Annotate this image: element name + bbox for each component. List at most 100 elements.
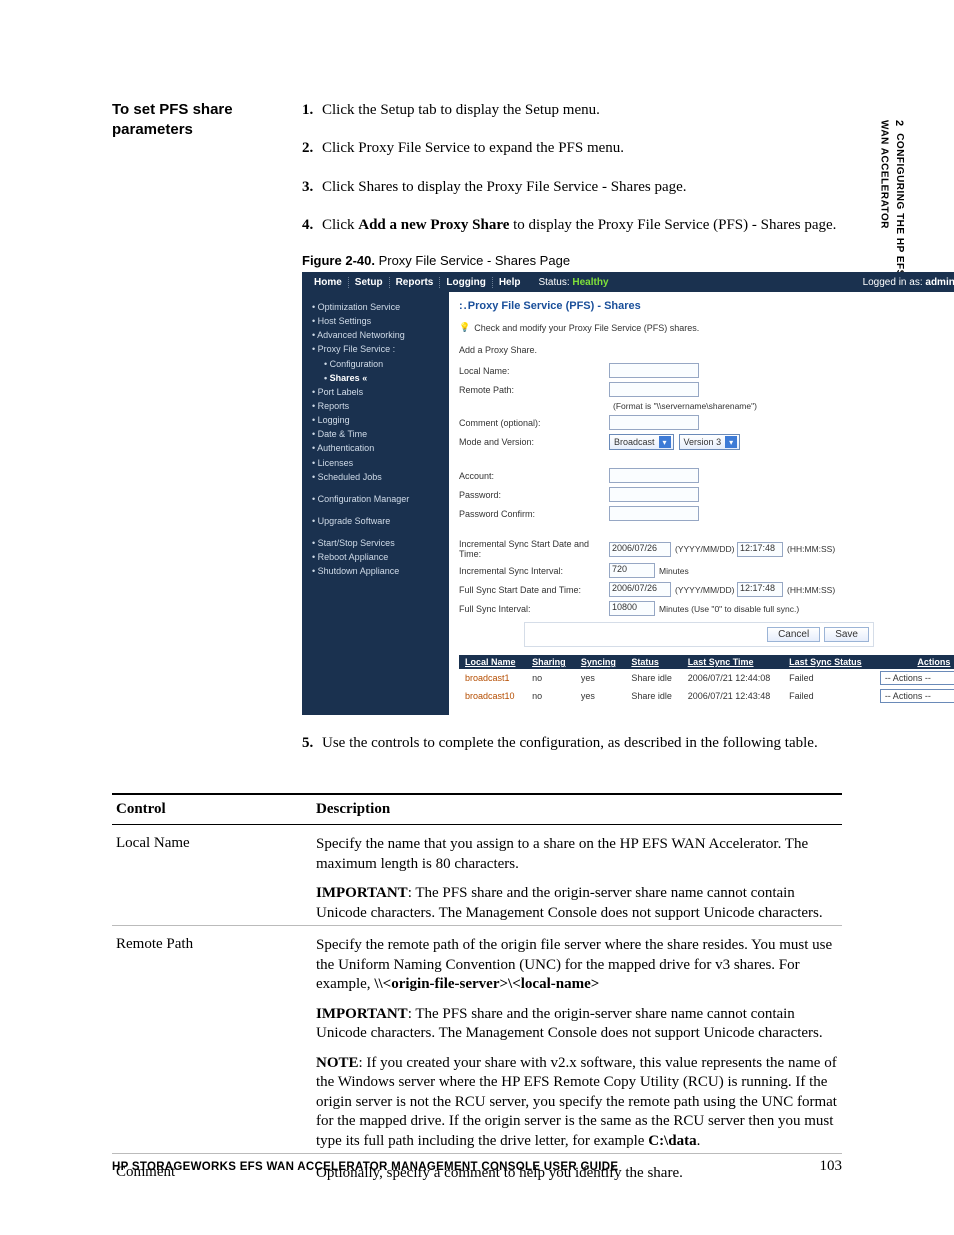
table-row: broadcast10 no yes Share idle 2006/07/21…: [459, 687, 954, 705]
sidebar-subitem-selected[interactable]: • Shares «: [302, 371, 449, 385]
label-mode-version: Mode and Version:: [459, 437, 609, 447]
cell-local-name[interactable]: broadcast10: [459, 687, 526, 705]
input-password-confirm[interactable]: [609, 506, 699, 521]
step-text: Click the Setup tab to display the Setup…: [322, 100, 954, 120]
th-local-name[interactable]: Local Name: [459, 655, 526, 669]
sidebar-item[interactable]: • Authentication: [302, 441, 449, 455]
remote-path-hint: (Format is "\\servername\sharename"): [613, 401, 757, 411]
step-text: Use the controls to complete the configu…: [322, 733, 954, 753]
menu-home[interactable]: Home: [308, 277, 349, 288]
sidebar-item[interactable]: • Shutdown Appliance: [302, 564, 449, 578]
save-button[interactable]: Save: [824, 627, 869, 642]
shot-main-panel: ↻🖶 :. Proxy File Service (PFS) - Shares …: [449, 292, 954, 715]
sidebar-subitem[interactable]: • Configuration: [302, 357, 449, 371]
select-mode[interactable]: Broadcast▾: [609, 434, 674, 450]
shares-table: Local Name Sharing Syncing Status Last S…: [459, 655, 954, 705]
control-description: Specify the remote path of the origin fi…: [312, 926, 842, 1154]
menu-logging[interactable]: Logging: [440, 277, 492, 288]
sidebar-item[interactable]: • Reboot Appliance: [302, 550, 449, 564]
label-full-interval: Full Sync Interval:: [459, 604, 609, 614]
figure-caption: Figure 2-40. Proxy File Service - Shares…: [302, 253, 954, 268]
sidebar-item[interactable]: • Reports: [302, 399, 449, 413]
input-password[interactable]: [609, 487, 699, 502]
control-description: Specify the name that you assign to a sh…: [312, 825, 842, 926]
sidebar-item[interactable]: • Logging: [302, 413, 449, 427]
footer-title: HP STORAGEWORKS EFS WAN ACCELERATOR MANA…: [112, 1161, 618, 1173]
step-number: 5.: [302, 733, 322, 753]
control-name: Local Name: [112, 825, 312, 926]
controls-table: Control Description Local Name Specify t…: [112, 793, 842, 1186]
input-inc-interval[interactable]: 720: [609, 563, 655, 578]
label-full-sync-start: Full Sync Start Date and Time:: [459, 585, 609, 595]
label-remote-path: Remote Path:: [459, 385, 609, 395]
figure-screenshot: Home Setup Reports Logging Help Status: …: [302, 272, 954, 715]
step-number: 2.: [302, 138, 322, 158]
section-add-proxy-share: Add a Proxy Share.: [459, 345, 954, 355]
input-comment[interactable]: [609, 415, 699, 430]
th-actions[interactable]: Actions: [874, 655, 954, 669]
input-remote-path[interactable]: [609, 382, 699, 397]
control-name: Remote Path: [112, 926, 312, 1154]
cell-local-name[interactable]: broadcast1: [459, 669, 526, 687]
label-password-confirm: Password Confirm:: [459, 509, 609, 519]
step-number: 4.: [302, 215, 322, 235]
label-inc-interval: Incremental Sync Interval:: [459, 566, 609, 576]
cancel-button[interactable]: Cancel: [767, 627, 820, 642]
menu-reports[interactable]: Reports: [390, 277, 441, 288]
chevron-down-icon: ▾: [659, 436, 671, 448]
input-inc-date[interactable]: 2006/07/26: [609, 542, 671, 557]
shot-status: Status: Healthy: [538, 277, 608, 288]
sidebar-item[interactable]: • Optimization Service: [302, 300, 449, 314]
label-inc-sync-start: Incremental Sync Start Date and Time:: [459, 539, 609, 559]
shot-sidebar: • Optimization Service • Host Settings •…: [302, 292, 449, 715]
label-account: Account:: [459, 471, 609, 481]
sidebar-item[interactable]: • Scheduled Jobs: [302, 470, 449, 484]
panel-hint: 💡Check and modify your Proxy File Servic…: [459, 322, 954, 333]
shot-main-menu[interactable]: Home Setup Reports Logging Help: [308, 277, 526, 288]
panel-title: :. Proxy File Service (PFS) - Shares: [459, 300, 954, 312]
input-full-time[interactable]: 12:17:48: [737, 582, 783, 597]
th-last-sync-time[interactable]: Last Sync Time: [682, 655, 783, 669]
th-last-sync-status[interactable]: Last Sync Status: [783, 655, 874, 669]
sidebar-item[interactable]: • Start/Stop Services: [302, 536, 449, 550]
page-footer: HP STORAGEWORKS EFS WAN ACCELERATOR MANA…: [112, 1158, 842, 1175]
step-text: Click Add a new Proxy Share to display t…: [322, 215, 954, 235]
step-text: Click Proxy File Service to expand the P…: [322, 138, 954, 158]
step-number: 1.: [302, 100, 322, 120]
menu-help[interactable]: Help: [493, 277, 527, 288]
label-local-name: Local Name:: [459, 366, 609, 376]
sidebar-item[interactable]: • Port Labels: [302, 385, 449, 399]
shot-topbar: Home Setup Reports Logging Help Status: …: [302, 272, 954, 292]
procedure-steps: 1.Click the Setup tab to display the Set…: [302, 100, 954, 771]
th-control: Control: [112, 794, 312, 825]
sidebar-item[interactable]: • Configuration Manager: [302, 492, 449, 506]
chevron-down-icon: ▾: [725, 436, 737, 448]
sidebar-item[interactable]: • Host Settings: [302, 314, 449, 328]
th-status[interactable]: Status: [625, 655, 681, 669]
input-full-interval[interactable]: 10800: [609, 601, 655, 616]
step-text: Click Shares to display the Proxy File S…: [322, 177, 954, 197]
actions-select[interactable]: -- Actions --▾: [880, 671, 954, 685]
sidebar-item[interactable]: • Upgrade Software: [302, 514, 449, 528]
sidebar-item[interactable]: • Date & Time: [302, 427, 449, 441]
sidebar-item[interactable]: • Licenses: [302, 456, 449, 470]
actions-select[interactable]: -- Actions --▾: [880, 689, 954, 703]
sidebar-item[interactable]: • Proxy File Service :: [302, 342, 449, 356]
procedure-heading: To set PFS share parameters: [112, 100, 302, 141]
page-content: To set PFS share parameters 1.Click the …: [112, 100, 842, 1186]
lightbulb-icon: 💡: [459, 322, 470, 333]
menu-setup[interactable]: Setup: [349, 277, 390, 288]
select-version[interactable]: Version 3▾: [679, 434, 741, 450]
input-full-date[interactable]: 2006/07/26: [609, 582, 671, 597]
th-syncing[interactable]: Syncing: [575, 655, 625, 669]
th-sharing[interactable]: Sharing: [526, 655, 575, 669]
table-row: broadcast1 no yes Share idle 2006/07/21 …: [459, 669, 954, 687]
step-number: 3.: [302, 177, 322, 197]
input-inc-time[interactable]: 12:17:48: [737, 542, 783, 557]
label-password: Password:: [459, 490, 609, 500]
page-number: 103: [820, 1158, 843, 1175]
label-comment: Comment (optional):: [459, 418, 609, 428]
sidebar-item[interactable]: • Advanced Networking: [302, 328, 449, 342]
input-local-name[interactable]: [609, 363, 699, 378]
input-account[interactable]: [609, 468, 699, 483]
